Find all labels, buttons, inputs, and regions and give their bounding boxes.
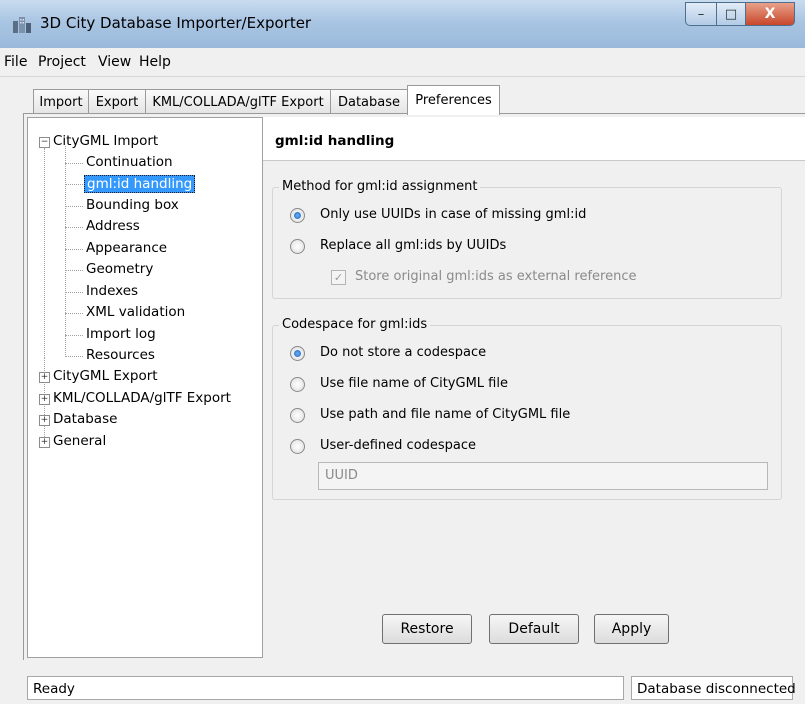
tree-line [44,148,45,358]
tree-node-kml-export[interactable]: KML/COLLADA/glTF Export [53,390,231,406]
store-original-checkbox-label: Store original gml:ids as external refer… [355,269,637,284]
tree-line [65,146,66,357]
codespace-group: Codespace for gml:ids Do not store a cod… [272,317,782,500]
database-status: Database disconnected [631,676,796,700]
menu-project[interactable]: Project [38,54,86,70]
tree-line [65,313,83,314]
tree-line [65,335,83,336]
radio-no-codespace[interactable] [290,346,305,361]
radio-only-missing-uuid[interactable] [290,208,305,223]
radio-replace-all-uuid-label: Replace all gml:ids by UUIDs [320,238,507,253]
page-title: gml:id handling [275,133,395,149]
menu-view[interactable]: View [98,54,131,70]
tree-node-citygml-export[interactable]: CityGML Export [53,368,158,384]
tab-database[interactable]: Database [330,89,408,114]
window-controls: – □ X [685,2,795,26]
minimize-button[interactable]: – [685,2,717,26]
tab-preferences[interactable]: Preferences [407,85,500,115]
codespace-input[interactable]: UUID [318,462,768,490]
tree-node-address[interactable]: Address [86,218,140,234]
preferences-tree: − CityGML Import Continuation gml:id han… [27,117,263,658]
tree-node-gmlid-handling[interactable]: gml:id handling [84,175,196,193]
radio-no-codespace-label: Do not store a codespace [320,345,487,360]
tree-expander-database[interactable]: + [39,415,50,426]
tree-node-bounding-box[interactable]: Bounding box [86,197,179,213]
title-bar[interactable]: 3D City Database Importer/Exporter – □ X [0,0,805,49]
tree-node-indexes[interactable]: Indexes [86,283,138,299]
tree-expander-citygml-export[interactable]: + [39,372,50,383]
tree-line [65,249,83,250]
menu-bar: File Project View Help [0,48,805,77]
tree-expander-kml-export[interactable]: + [39,394,50,405]
tree-node-geometry[interactable]: Geometry [86,261,153,277]
store-original-checkbox[interactable]: ✓ [331,270,346,285]
close-icon: X [764,6,776,22]
tree-line [65,163,83,164]
radio-file-name[interactable] [290,377,305,392]
radio-only-missing-uuid-label: Only use UUIDs in case of missing gml:id [320,207,587,222]
menu-file[interactable]: File [4,54,27,70]
tree-expander-general[interactable]: + [39,437,50,448]
apply-button[interactable]: Apply [594,614,669,644]
status-message: Ready [27,676,624,700]
preferences-content: gml:id handling Method for gml:id assign… [263,117,805,656]
codespace-group-title: Codespace for gml:ids [279,317,431,332]
radio-user-defined[interactable] [290,439,305,454]
tree-node-import-log[interactable]: Import log [86,326,156,342]
tree-node-database[interactable]: Database [53,411,117,427]
tab-kml-collada-gltf-export[interactable]: KML/COLLADA/glTF Export [145,89,331,114]
tree-node-appearance[interactable]: Appearance [86,240,167,256]
status-bar: Ready Database disconnected [0,660,805,704]
radio-replace-all-uuid[interactable] [290,239,305,254]
tree-line [65,184,83,185]
checkmark-icon: ✓ [333,271,344,284]
tree-line [65,356,83,357]
maximize-icon: □ [724,6,738,22]
tab-export[interactable]: Export [88,89,146,114]
tree-node-citygml-import[interactable]: CityGML Import [53,133,158,149]
content-header: gml:id handling [263,117,805,161]
method-group-title: Method for gml:id assignment [279,179,481,194]
menu-help[interactable]: Help [139,54,171,70]
maximize-button[interactable]: □ [717,2,746,26]
tab-import[interactable]: Import [33,89,89,114]
app-icon [13,17,31,33]
tree-node-xml-validation[interactable]: XML validation [86,304,185,320]
tree-node-resources[interactable]: Resources [86,347,155,363]
minimize-icon: – [697,6,705,22]
tree-line [65,206,83,207]
radio-path-and-file-name-label: Use path and file name of CityGML file [320,407,571,422]
radio-path-and-file-name[interactable] [290,408,305,423]
radio-user-defined-label: User-defined codespace [320,438,477,453]
app-window: 3D City Database Importer/Exporter – □ X… [0,0,805,704]
tree-line [65,292,83,293]
close-button[interactable]: X [746,2,795,26]
default-button[interactable]: Default [489,614,579,644]
tree-node-continuation[interactable]: Continuation [86,154,173,170]
tree-line [65,270,83,271]
method-group: Method for gml:id assignment Only use UU… [272,179,782,299]
tree-node-general[interactable]: General [53,433,106,449]
restore-button[interactable]: Restore [382,614,472,644]
radio-file-name-label: Use file name of CityGML file [320,376,508,391]
tree-expander-citygml-import[interactable]: − [39,137,50,148]
tree-line [65,227,83,228]
window-title: 3D City Database Importer/Exporter [40,14,312,32]
